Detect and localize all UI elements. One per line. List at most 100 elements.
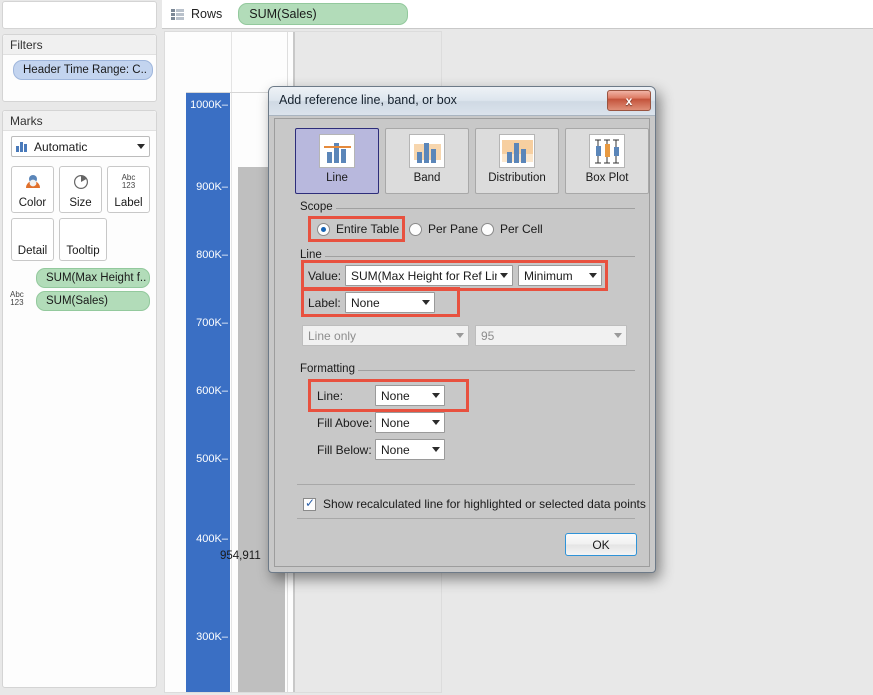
reference-band-icon xyxy=(409,134,445,168)
marks-pill-max-height[interactable]: SUM(Max Height f.. xyxy=(36,268,150,288)
tab-line-label: Line xyxy=(326,172,348,184)
value-aggregation-text: Minimum xyxy=(524,268,573,283)
radio-entire-table-label: Entire Table xyxy=(336,222,400,236)
filters-card: Filters Header Time Range: C.. xyxy=(2,34,157,102)
chevron-down-icon xyxy=(500,273,508,278)
bar-chart-icon xyxy=(16,141,28,152)
line-only-text: Line only xyxy=(308,328,357,343)
formatting-group-label: Formatting xyxy=(297,363,358,375)
pane-divider xyxy=(231,32,232,692)
add-reference-line-dialog: Add reference line, band, or box x Line xyxy=(268,86,656,573)
color-palette-icon xyxy=(23,167,43,197)
chevron-down-icon xyxy=(137,144,145,149)
y-tick-300k: 300K– xyxy=(196,631,228,643)
label-text: None xyxy=(351,295,380,310)
marks-detail-button[interactable]: Detail xyxy=(11,218,54,261)
scope-group-rule xyxy=(297,208,635,209)
value-field-dropdown[interactable]: SUM(Max Height for Ref Line) xyxy=(345,265,513,286)
recalculate-checkbox-label: Show recalculated line for highlighted o… xyxy=(323,497,646,511)
fill-below-dropdown[interactable]: None xyxy=(375,439,445,460)
dialog-titlebar[interactable]: Add reference line, band, or box x xyxy=(269,87,655,116)
chevron-down-icon xyxy=(432,420,440,425)
label-label: Label: xyxy=(308,296,341,310)
y-tick-1000k: 1000K– xyxy=(190,99,228,111)
marks-detail-label: Detail xyxy=(17,245,48,257)
marks-color-label: Color xyxy=(18,197,47,209)
recalculate-checkbox[interactable] xyxy=(303,496,316,511)
tab-box-plot-label: Box Plot xyxy=(585,172,629,184)
rows-shelf[interactable]: Rows SUM(Sales) xyxy=(162,0,873,29)
marks-card: Marks Automatic Color Size Abc 123 Label… xyxy=(2,110,157,688)
percentile-text: 95 xyxy=(481,328,495,343)
checkbox-section-rule xyxy=(297,484,635,485)
abc123-icon: Abc 123 xyxy=(10,290,24,307)
fill-above-text: None xyxy=(381,415,410,430)
reference-distribution-icon xyxy=(499,134,535,168)
line-group-rule xyxy=(297,256,635,257)
line-format-label: Line: xyxy=(317,389,344,403)
app-window: Filters Header Time Range: C.. Marks Aut… xyxy=(0,0,873,695)
tab-band[interactable]: Band xyxy=(385,128,469,194)
y-tick-600k: 600K– xyxy=(196,385,228,397)
fill-above-dropdown[interactable]: None xyxy=(375,412,445,433)
y-tick-800k: 800K– xyxy=(196,249,228,261)
reference-boxplot-icon xyxy=(589,134,625,168)
marks-label-button[interactable]: Abc 123 Label xyxy=(107,166,150,213)
value-label: Value: xyxy=(308,269,342,283)
chevron-down-icon xyxy=(589,273,597,278)
mark-type-value: Automatic xyxy=(34,139,88,154)
y-tick-900k: 900K– xyxy=(196,181,228,193)
close-icon[interactable]: x xyxy=(607,90,651,111)
line-only-dropdown[interactable]: Line only xyxy=(302,325,469,346)
marks-pill-sum-sales[interactable]: SUM(Sales) xyxy=(36,291,150,311)
chevron-down-icon xyxy=(432,393,440,398)
fill-above-label: Fill Above: xyxy=(317,416,373,430)
chevron-down-icon xyxy=(422,300,430,305)
chevron-down-icon xyxy=(432,447,440,452)
filters-card-title: Filters xyxy=(3,35,156,55)
rows-grid-icon xyxy=(171,8,184,20)
chevron-down-icon xyxy=(456,333,464,338)
dialog-title: Add reference line, band, or box xyxy=(279,93,457,107)
marks-size-button[interactable]: Size xyxy=(59,166,102,213)
radio-per-cell[interactable] xyxy=(481,223,494,236)
radio-entire-table[interactable] xyxy=(317,223,330,236)
line-format-text: None xyxy=(381,388,410,403)
radio-per-pane[interactable] xyxy=(409,223,422,236)
bar-value-label: 954,911 xyxy=(220,550,261,562)
footer-rule xyxy=(297,518,635,519)
value-field-text: SUM(Max Height for Ref Line) xyxy=(351,268,497,283)
pages-card xyxy=(2,1,157,29)
percentile-dropdown[interactable]: 95 xyxy=(475,325,627,346)
fill-below-label: Fill Below: xyxy=(317,443,372,457)
rows-shelf-label: Rows xyxy=(191,7,223,21)
y-tick-700k: 700K– xyxy=(196,317,228,329)
chevron-down-icon xyxy=(614,333,622,338)
y-tick-400k: 400K– xyxy=(196,533,228,545)
y-tick-500k: 500K– xyxy=(196,453,228,465)
ok-button[interactable]: OK xyxy=(565,533,637,556)
radio-per-pane-label: Per Pane xyxy=(428,222,479,236)
abc123-icon: Abc 123 xyxy=(121,173,136,190)
radio-per-cell-label: Per Cell xyxy=(500,222,543,236)
tab-band-label: Band xyxy=(413,172,441,184)
reference-line-icon xyxy=(319,134,355,168)
marks-color-button[interactable]: Color xyxy=(11,166,54,213)
rows-pill-sum-sales[interactable]: SUM(Sales) xyxy=(238,3,409,25)
value-aggregation-dropdown[interactable]: Minimum xyxy=(518,265,602,286)
y-axis-band[interactable]: 1000K– 900K– 800K– 700K– 600K– 500K– 400… xyxy=(186,93,230,692)
tab-distribution[interactable]: Distribution xyxy=(475,128,559,194)
fill-below-text: None xyxy=(381,442,410,457)
label-dropdown[interactable]: None xyxy=(345,292,435,313)
scope-group-label: Scope xyxy=(297,201,336,213)
tab-box-plot[interactable]: Box Plot xyxy=(565,128,649,194)
marks-size-label: Size xyxy=(69,197,92,209)
marks-label-label: Label xyxy=(114,197,143,209)
marks-tooltip-button[interactable]: Tooltip xyxy=(59,218,107,261)
tab-line[interactable]: Line xyxy=(295,128,379,194)
recalculate-checkbox-row[interactable]: Show recalculated line for highlighted o… xyxy=(303,496,646,511)
tab-distribution-label: Distribution xyxy=(488,172,546,184)
line-format-dropdown[interactable]: None xyxy=(375,385,445,406)
filter-pill-header-time-range[interactable]: Header Time Range: C.. xyxy=(13,60,153,80)
mark-type-dropdown[interactable]: Automatic xyxy=(11,136,150,157)
